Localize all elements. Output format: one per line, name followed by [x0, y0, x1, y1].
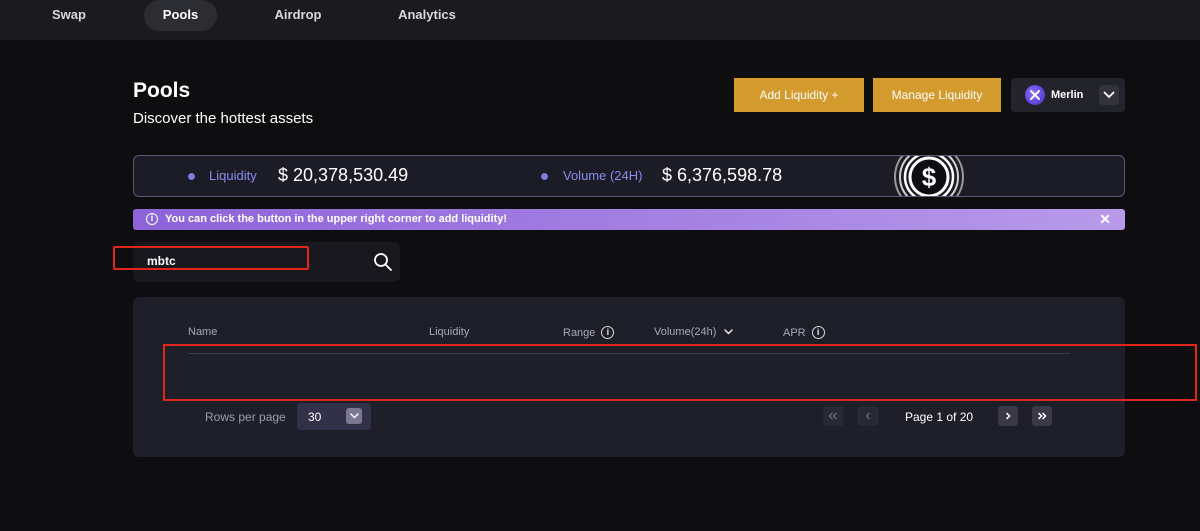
rows-per-page-value: 30 — [308, 410, 322, 424]
search-icon[interactable] — [373, 252, 393, 272]
tab-pools[interactable]: Pools — [144, 0, 217, 31]
stats-banner: Liquidity $ 20,378,530.49 Volume (24H) $… — [133, 155, 1125, 197]
col-header-liquidity[interactable]: Liquidity — [429, 326, 469, 338]
tab-swap[interactable]: Swap — [38, 0, 100, 31]
col-header-liquidity-label: Liquidity — [429, 326, 470, 338]
chain-name: Merlin — [1051, 89, 1084, 101]
col-header-name-label: Name — [188, 326, 218, 338]
volume-label: Volume (24H) — [563, 168, 643, 183]
col-header-apr[interactable]: APR i — [783, 326, 825, 339]
last-page-button[interactable] — [1032, 406, 1052, 426]
dollar-coin-icon: $ — [894, 156, 964, 196]
tab-airdrop[interactable]: Airdrop — [262, 0, 334, 31]
merlin-logo-icon — [1025, 85, 1045, 105]
col-header-range[interactable]: Range i — [563, 326, 615, 339]
first-page-button[interactable] — [823, 406, 843, 426]
annotation-highlight-empty-results — [163, 344, 1197, 401]
double-chevron-left-icon — [828, 412, 837, 420]
chain-selector[interactable]: Merlin — [1011, 78, 1125, 112]
prev-page-button[interactable] — [858, 406, 878, 426]
rows-per-page-label: Rows per page — [205, 410, 286, 424]
page-title: Pools — [133, 79, 191, 102]
volume-value: $ 6,376,598.78 — [662, 165, 783, 185]
liquidity-value: $ 20,378,530.49 — [278, 165, 409, 185]
double-chevron-right-icon — [1037, 412, 1047, 420]
info-banner-text: You can click the button in the upper ri… — [165, 213, 508, 225]
manage-liquidity-button[interactable]: Manage Liquidity — [873, 78, 1001, 112]
col-header-range-label: Range — [563, 326, 596, 339]
info-icon: i — [146, 213, 158, 225]
liquidity-label: Liquidity — [209, 168, 257, 183]
info-banner: i You can click the button in the upper … — [133, 209, 1125, 230]
info-icon[interactable]: i — [601, 326, 615, 339]
annotation-highlight-search — [113, 246, 309, 270]
svg-text:$: $ — [922, 162, 937, 192]
rows-per-page-select[interactable]: 30 — [297, 403, 371, 430]
page-subtitle: Discover the hottest assets — [133, 110, 314, 127]
page-indicator: Page 1 of 20 — [905, 410, 974, 424]
top-nav: Swap Pools Airdrop Analytics — [0, 0, 1200, 40]
chevron-right-icon — [1005, 412, 1011, 420]
chevron-down-icon[interactable] — [1099, 85, 1119, 105]
liquidity-dot-icon — [188, 173, 195, 180]
col-header-name[interactable]: Name — [188, 326, 217, 338]
col-header-volume[interactable]: Volume(24h) — [654, 326, 734, 338]
volume-dot-icon — [541, 173, 548, 180]
tab-analytics[interactable]: Analytics — [388, 0, 466, 31]
chevron-left-icon — [865, 412, 870, 420]
sort-down-icon[interactable] — [724, 329, 734, 335]
info-icon[interactable]: i — [811, 326, 825, 339]
next-page-button[interactable] — [998, 406, 1018, 426]
add-liquidity-button[interactable]: Add Liquidity + — [734, 78, 864, 112]
chevron-down-icon — [346, 408, 362, 424]
close-icon[interactable]: ✕ — [1099, 211, 1111, 228]
col-header-volume-label: Volume(24h) — [654, 326, 717, 338]
col-header-apr-label: APR — [783, 326, 806, 339]
